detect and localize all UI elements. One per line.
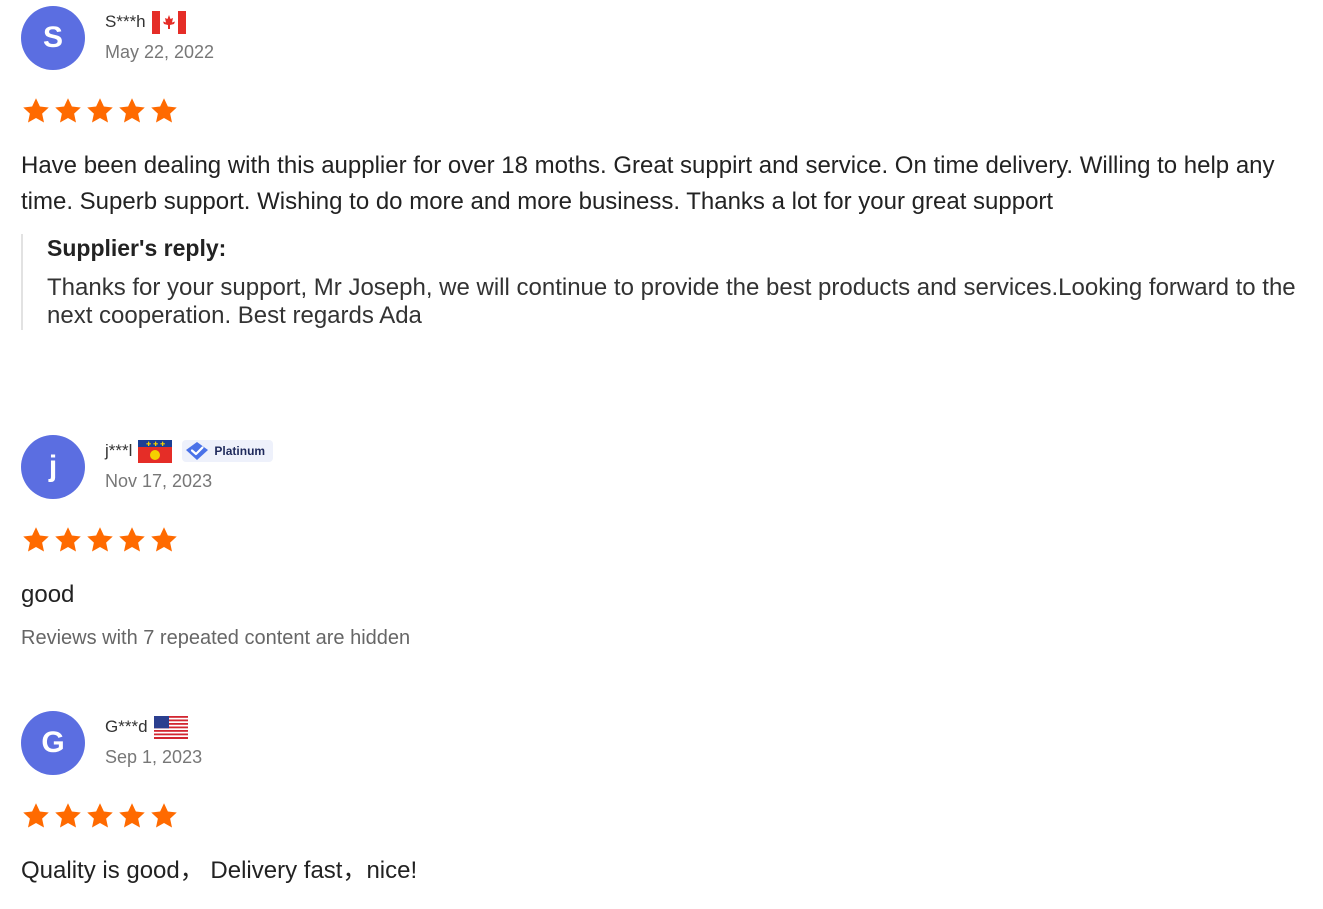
badge-label: Platinum: [214, 444, 266, 458]
reviewer-name: j***l: [105, 441, 133, 460]
reviews-list: S S***h May 22, 2022 Have been dealing w…: [0, 0, 1323, 909]
star-icon: [119, 527, 145, 552]
reply-text: Thanks for your support, Mr Joseph, we w…: [47, 274, 1296, 329]
star-icon: [55, 527, 81, 552]
avatar: G: [21, 711, 85, 775]
star-icon: [23, 803, 49, 828]
svg-text:✚: ✚: [160, 441, 165, 448]
canada-flag-icon: [151, 10, 186, 34]
guadeloupe-flag-icon: ✚ ✚ ✚: [138, 439, 173, 463]
user-line: j***l ✚ ✚ ✚ Platinum: [105, 439, 274, 463]
star-icon: [23, 527, 49, 552]
star-icon: [87, 527, 113, 552]
star-icon: [151, 98, 177, 123]
star-icon: [119, 98, 145, 123]
star-icon: [23, 98, 49, 123]
star-rating: [21, 96, 1311, 126]
user-line: S***h: [105, 10, 186, 34]
reviewer-name: G***d: [105, 717, 148, 736]
review-item: G G***d Sep 1, 2023 Quality is good， Del…: [21, 711, 1311, 889]
supplier-reply: Supplier's reply: Thanks for your suppor…: [21, 234, 1311, 330]
review-item: j j***l ✚ ✚ ✚ Platinum Nov 17, 2023 good…: [21, 435, 1311, 650]
svg-text:✚: ✚: [146, 441, 151, 448]
star-icon: [151, 803, 177, 828]
hidden-reviews-note[interactable]: Reviews with 7 repeated content are hidd…: [21, 627, 1311, 650]
svg-text:✚: ✚: [153, 441, 158, 448]
review-date: Sep 1, 2023: [105, 747, 203, 767]
reply-title: Supplier's reply:: [47, 235, 227, 261]
review-header: G G***d Sep 1, 2023: [21, 711, 1311, 777]
star-icon: [55, 98, 81, 123]
review-date: May 22, 2022: [105, 42, 215, 62]
star-icon: [87, 98, 113, 123]
review-item: S S***h May 22, 2022 Have been dealing w…: [21, 6, 1311, 330]
usa-flag-icon: [153, 715, 188, 739]
reviewer-name: S***h: [105, 12, 146, 31]
star-icon: [151, 527, 177, 552]
verified-check-icon: [186, 442, 209, 460]
membership-badge: Platinum: [182, 440, 274, 462]
avatar: S: [21, 6, 85, 70]
avatar: j: [21, 435, 85, 499]
star-icon: [55, 803, 81, 828]
review-header: j j***l ✚ ✚ ✚ Platinum Nov 17, 2023: [21, 435, 1311, 501]
user-line: G***d: [105, 715, 188, 739]
review-text: good: [21, 581, 75, 608]
star-icon: [87, 803, 113, 828]
star-rating: [21, 801, 1311, 831]
review-text: Quality is good， Delivery fast，nice!: [21, 857, 418, 884]
review-date: Nov 17, 2023: [105, 471, 213, 491]
star-icon: [119, 803, 145, 828]
review-text: Have been dealing with this aupplier for…: [21, 152, 1275, 215]
review-header: S S***h May 22, 2022: [21, 6, 1311, 72]
star-rating: [21, 525, 1311, 555]
